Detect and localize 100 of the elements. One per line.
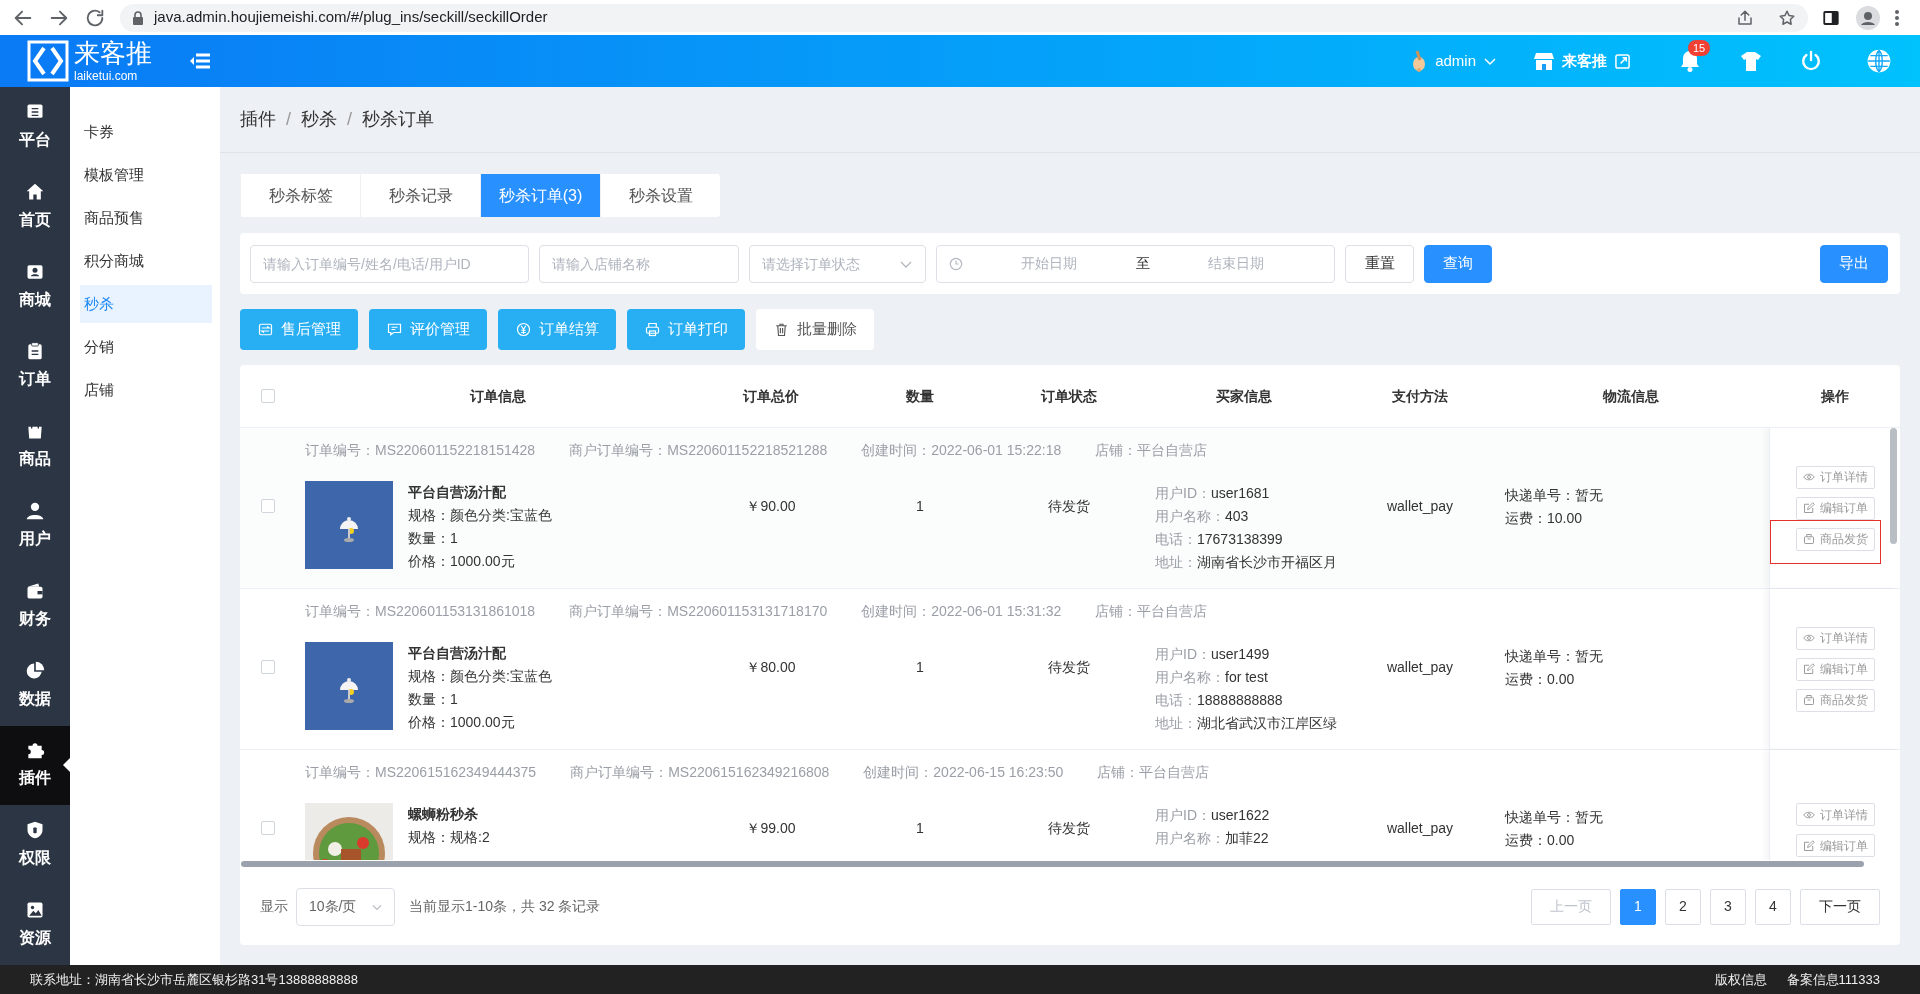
sidebar-item[interactable]: 平台 — [0, 87, 70, 167]
column-header: 操作 — [1819, 386, 1850, 406]
buyer-field: 用户名称：加菲22 — [1155, 827, 1348, 850]
subnav-item[interactable]: 模板管理 — [80, 156, 212, 194]
clipboard-icon — [25, 341, 45, 362]
row-checkbox[interactable] — [260, 660, 275, 674]
buyer-field: 用户ID：user1681 — [1155, 482, 1348, 505]
row-checkbox[interactable] — [260, 821, 275, 835]
sidebar-item[interactable]: 资源 — [0, 885, 70, 965]
sidebar-item[interactable]: 插件 — [0, 725, 70, 806]
page-size-select[interactable]: 10条/页 — [296, 887, 395, 926]
reset-button[interactable]: 重置 — [1345, 244, 1414, 283]
sidebar-label: 平台 — [19, 129, 51, 150]
scrollbar[interactable] — [241, 861, 1864, 867]
shirt-icon[interactable] — [1740, 51, 1762, 71]
row-checkbox[interactable] — [260, 499, 275, 513]
tab[interactable]: 秒杀设置 — [600, 174, 720, 217]
search-field[interactable]: 请输入订单编号/姓名/电话/用户ID — [250, 244, 529, 283]
image-icon — [25, 900, 45, 921]
sidebar-item[interactable]: 用户 — [0, 486, 70, 566]
subnav-item[interactable]: 分销 — [80, 328, 212, 366]
order-meta: 创建时间：2022-06-15 16:23:50 — [863, 763, 1064, 782]
product-detail: 价格：1000.00元 — [408, 713, 516, 732]
sidebar-item[interactable]: 商城 — [0, 246, 70, 327]
start-date-field[interactable]: 开始日期 — [963, 252, 1136, 275]
sidebar-label: 资源 — [19, 928, 51, 949]
order-meta: 订单编号：MS220601153131861018 — [305, 602, 536, 621]
column-header: 支付方法 — [1391, 386, 1449, 406]
sidebar-label: 用户 — [19, 528, 51, 549]
product-detail: 数量：1 — [408, 529, 459, 548]
breadcrumb-item: 秒杀订单 — [362, 108, 435, 131]
notification-badge: 15 — [1688, 40, 1711, 56]
store-name: 来客推 — [1562, 50, 1607, 71]
home-icon — [25, 181, 45, 202]
external-link-icon — [1615, 53, 1630, 69]
store-field[interactable]: 请输入店铺名称 — [539, 244, 739, 283]
buyer-field: 用户ID：user1622 — [1155, 804, 1348, 827]
swap-icon — [257, 322, 273, 337]
share-icon[interactable] — [1736, 8, 1754, 27]
eye-icon — [1802, 471, 1815, 483]
side-panel-icon[interactable] — [1822, 8, 1840, 27]
product-name: 平台自营汤汁配 — [408, 483, 507, 502]
action-button[interactable]: 批量删除 — [756, 309, 874, 350]
logistics-field: 快递单号：暂无 — [1505, 806, 1769, 829]
logistics-field: 运费：0.00 — [1505, 667, 1769, 690]
date-range-field[interactable]: 开始日期 至 结束日期 — [936, 244, 1335, 283]
sidebar-item[interactable]: 权限 — [0, 805, 70, 886]
product-detail: 规格：规格:2 — [408, 828, 490, 847]
subnav-item[interactable]: 积分商城 — [80, 242, 212, 280]
page-button[interactable]: 3 — [1710, 888, 1746, 925]
globe-icon[interactable] — [1866, 48, 1892, 74]
order-total: ￥80.00 — [746, 659, 796, 675]
column-header: 订单总价 — [741, 386, 800, 406]
footer-link[interactable]: 版权信息 — [1714, 969, 1767, 990]
buyer-field: 电话：17673138399 — [1155, 528, 1348, 551]
payment-method: wallet_pay — [1386, 498, 1454, 514]
star-icon[interactable] — [1778, 8, 1796, 27]
breadcrumb-item[interactable]: 秒杀 — [301, 106, 337, 133]
page-button[interactable]: 2 — [1665, 888, 1701, 925]
sidebar-item[interactable]: 财务 — [0, 565, 70, 646]
breadcrumb-item[interactable]: 插件 — [240, 106, 276, 133]
column-header: 买家信息 — [1215, 386, 1273, 406]
next-page-button[interactable]: 下一页 — [1800, 888, 1880, 925]
eye-icon — [1802, 632, 1815, 644]
column-header: 订单状态 — [1039, 386, 1098, 406]
subnav-item[interactable]: 店铺 — [80, 371, 212, 409]
menu-toggle-icon[interactable] — [189, 52, 211, 70]
end-date-field[interactable]: 结束日期 — [1149, 252, 1322, 275]
logistics-field: 快递单号：暂无 — [1505, 484, 1769, 507]
sidebar-label: 商城 — [19, 289, 51, 310]
power-icon[interactable] — [1800, 50, 1822, 72]
order-meta: 店铺：平台自营店 — [1097, 763, 1210, 782]
footer-link[interactable]: 备案信息111333 — [1786, 969, 1880, 990]
printer-icon — [644, 322, 660, 337]
sidebar-item[interactable]: 首页 — [0, 166, 70, 247]
profile-icon[interactable] — [1856, 5, 1880, 30]
order-status: 待发货 — [1048, 659, 1090, 675]
subnav-item[interactable]: 卡券 — [80, 113, 212, 151]
subnav-item[interactable]: 商品预售 — [80, 199, 212, 237]
store-icon — [1534, 52, 1554, 70]
sidebar-label: 商品 — [19, 449, 51, 470]
scrollbar[interactable] — [1890, 428, 1897, 544]
edit-icon — [1802, 502, 1815, 514]
select-all-checkbox[interactable] — [260, 389, 275, 403]
payment-method: wallet_pay — [1386, 659, 1454, 675]
product-detail: 规格：颜色分类:宝蓝色 — [408, 667, 552, 686]
status-select[interactable]: 请选择订单状态 — [749, 244, 926, 283]
menu-icon[interactable] — [1894, 8, 1900, 27]
sidebar-item[interactable]: 订单 — [0, 326, 70, 407]
sidebar-item[interactable]: 商品 — [0, 406, 70, 487]
shield-icon — [25, 820, 45, 841]
order-meta: 商户订单编号：MS220601153131718170 — [569, 602, 828, 621]
logo-domain: laiketui.com — [74, 70, 139, 82]
buyer-field: 用户名称：for test — [1155, 666, 1348, 689]
page-button[interactable]: 4 — [1755, 888, 1791, 925]
order-status: 待发货 — [1048, 498, 1090, 514]
order-meta: 订单编号：MS220615162349444375 — [305, 763, 537, 782]
sidebar-item[interactable]: 数据 — [0, 645, 70, 726]
sidebar-label: 财务 — [19, 608, 51, 629]
edit-icon — [1802, 663, 1815, 675]
